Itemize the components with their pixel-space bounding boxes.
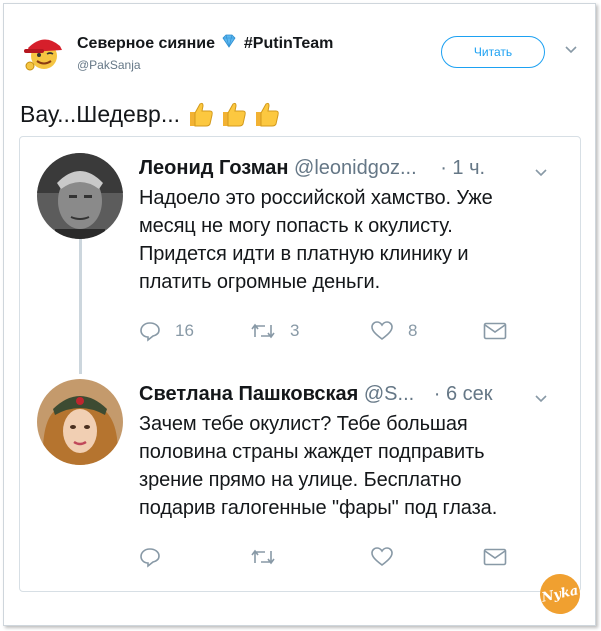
reply-author-name[interactable]: Светлана Пашковская <box>139 383 358 405</box>
reply-text: Надоело это российской хамство. Уже меся… <box>139 184 579 296</box>
reply-header: Светлана Пашковская @S... · 6 сек <box>139 383 493 406</box>
reply-text-line: подарив галогенные "фары" под глаза. <box>139 497 498 519</box>
reply-text: Зачем тебе окулист? Тебе большая половин… <box>139 410 579 522</box>
thumbs-up-icon <box>256 102 279 127</box>
like-action[interactable] <box>370 546 394 568</box>
retweet-count: 3 <box>290 321 300 340</box>
retweet-action[interactable] <box>250 546 276 568</box>
heart-icon <box>371 547 393 567</box>
retweet-icon <box>251 549 275 565</box>
message-action[interactable] <box>483 548 507 566</box>
reply-author-name[interactable]: Леонид Гозман <box>139 157 288 179</box>
chevron-down-icon[interactable] <box>534 391 548 409</box>
thread-connector <box>79 236 82 374</box>
diamond-icon <box>221 34 237 52</box>
chevron-down-icon[interactable] <box>534 165 548 183</box>
like-action[interactable]: 8 <box>370 320 417 342</box>
message-action[interactable] <box>483 322 507 340</box>
reply-text-line: половина страны жаждет подправить <box>139 441 485 463</box>
reply-count: 16 <box>175 321 194 340</box>
author-name[interactable]: Северное сияние #PutinTeam <box>77 34 333 53</box>
reply-action[interactable]: 16 <box>139 320 194 342</box>
thumbs-up-icon <box>190 102 213 127</box>
hashtag-link[interactable]: #PutinTeam <box>244 35 334 52</box>
reply-text-line: Зачем тебе окулист? Тебе большая <box>139 413 468 435</box>
reply-text-line: месяц не могу попасть к окулисту. <box>139 215 453 237</box>
thumbs-up-emojis <box>184 98 283 130</box>
thumbs-up-icon <box>223 102 246 127</box>
reply-icon <box>140 548 160 568</box>
reply-timestamp[interactable]: · 6 сек <box>434 383 493 405</box>
author-name-text: Северное сияние <box>77 35 215 52</box>
envelope-icon <box>483 548 507 566</box>
reply-author-handle[interactable]: @S... <box>364 383 414 405</box>
like-count: 8 <box>408 321 418 340</box>
heart-icon <box>371 321 393 341</box>
retweet-action[interactable]: 3 <box>250 320 299 342</box>
reply-timestamp[interactable]: · 1 ч. <box>440 157 485 179</box>
tweet-text-row: Вау...Шедевр... <box>20 98 283 130</box>
reply-icon <box>140 322 160 342</box>
reply-text-line: платить огромные деньги. <box>139 271 381 293</box>
reply-text-line: Придется идти в платную клинику и <box>139 243 469 265</box>
tweet-text: Вау...Шедевр... <box>20 100 181 127</box>
reply-text-line: Надоело это российской хамство. Уже <box>139 187 493 209</box>
reply-avatar[interactable] <box>37 153 123 239</box>
follow-button[interactable]: Читать <box>441 36 545 68</box>
author-handle[interactable]: @PakSanja <box>77 58 141 72</box>
envelope-icon <box>483 322 507 340</box>
reply-avatar[interactable] <box>37 379 123 465</box>
reply-header: Леонид Гозман @leonidgoz... · 1 ч. <box>139 157 485 180</box>
reply-text-line: зрение прямо на улице. Бесплатно <box>139 469 462 491</box>
retweet-icon <box>251 323 275 339</box>
reply-action[interactable] <box>139 546 161 568</box>
reply-author-handle[interactable]: @leonidgoz... <box>294 157 417 179</box>
chevron-down-icon[interactable] <box>564 42 578 60</box>
author-avatar[interactable] <box>22 30 66 74</box>
